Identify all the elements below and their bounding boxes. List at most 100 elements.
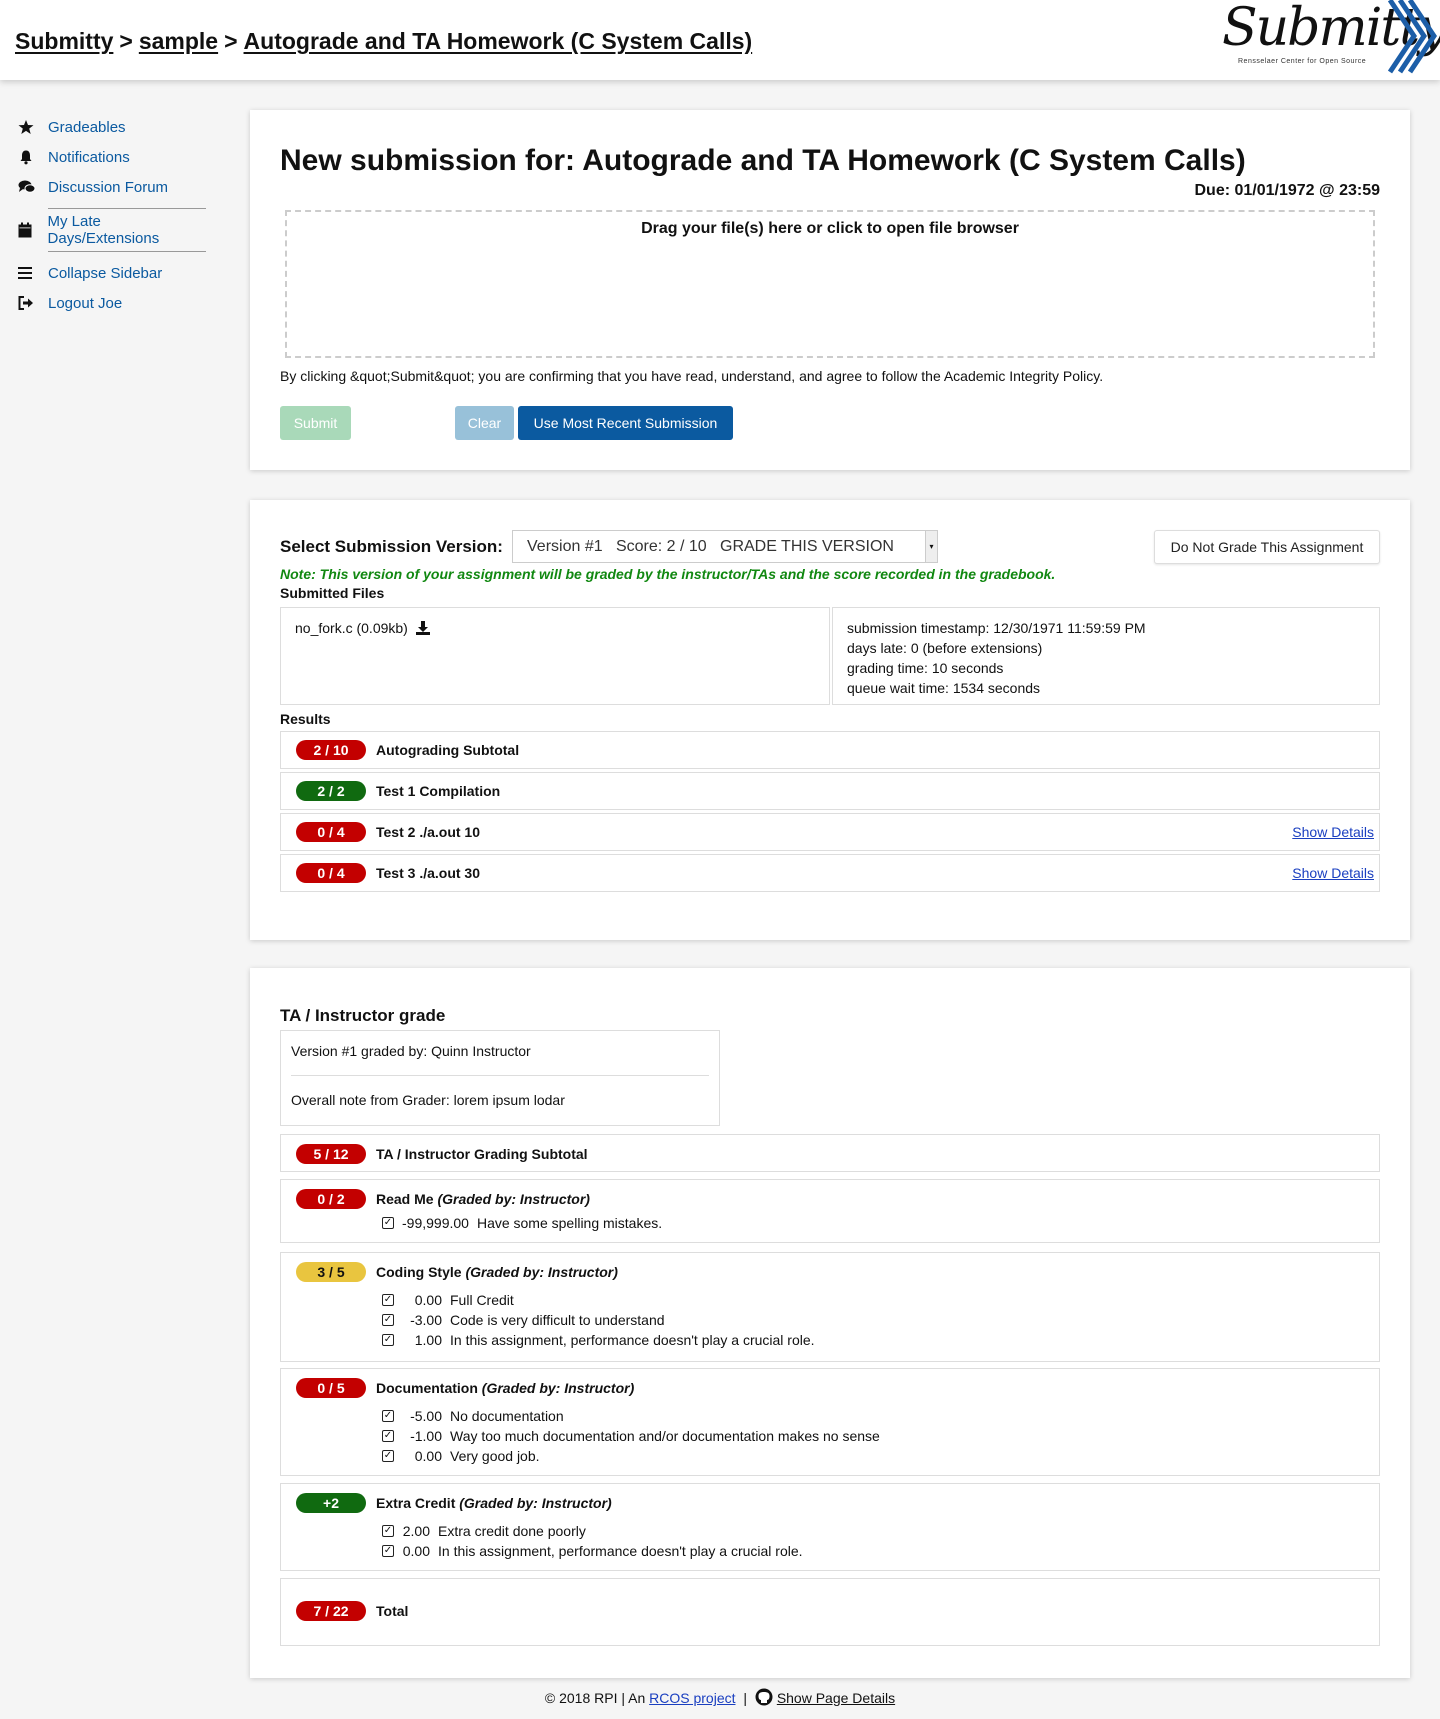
mark-row: ✓ 0.00 Very good job. bbox=[382, 1446, 1379, 1466]
checkbox-checked-icon: ✓ bbox=[382, 1334, 394, 1346]
sidebar-item-late-days[interactable]: My Late Days/Extensions bbox=[18, 213, 214, 247]
total-row: 7 / 22 Total bbox=[280, 1578, 1380, 1646]
submitty-logo[interactable]: Submitty Rensselaer Center for Open Sour… bbox=[1220, 0, 1440, 80]
sidebar-item-label: Notifications bbox=[48, 148, 130, 166]
checkbox-checked-icon: ✓ bbox=[382, 1525, 394, 1537]
graded-by-label: (Graded by: Instructor) bbox=[459, 1495, 612, 1511]
version-select-value: Version #1 Score: 2 / 10 GRADE THIS VERS… bbox=[527, 537, 894, 555]
grader-info-box: Version #1 graded by: Quinn Instructor O… bbox=[280, 1030, 720, 1126]
graded-by-label: (Graded by: Instructor) bbox=[437, 1191, 590, 1207]
mark-text: Way too much documentation and/or docume… bbox=[450, 1428, 880, 1444]
mark-points: 2.00 bbox=[402, 1523, 430, 1539]
file-dropzone[interactable]: Drag your file(s) here or click to open … bbox=[285, 210, 1375, 358]
rcos-link[interactable]: RCOS project bbox=[649, 1690, 735, 1706]
mark-text: Very good job. bbox=[450, 1448, 540, 1464]
breadcrumb-submitty[interactable]: Submitty bbox=[15, 28, 113, 54]
submission-version-panel: Select Submission Version: Version #1 Sc… bbox=[250, 500, 1410, 940]
divider bbox=[291, 1075, 709, 1076]
result-name: Autograding Subtotal bbox=[376, 742, 520, 758]
mark-row: ✓ -3.00 Code is very difficult to unders… bbox=[382, 1310, 1379, 1330]
score-badge: 3 / 5 bbox=[296, 1262, 366, 1282]
dropdown-arrow-icon: ▾ bbox=[925, 531, 937, 562]
mark-row: ✓ -5.00 No documentation bbox=[382, 1406, 1379, 1426]
use-recent-submission-button[interactable]: Use Most Recent Submission bbox=[518, 406, 733, 440]
results-label: Results bbox=[280, 711, 331, 727]
logo-chevrons-icon bbox=[1387, 0, 1438, 74]
result-name: Test 3 ./a.out 30 bbox=[376, 865, 480, 881]
overall-note: Overall note from Grader: lorem ipsum lo… bbox=[291, 1092, 565, 1108]
score-badge: 0 / 5 bbox=[296, 1378, 366, 1398]
graded-by-label: (Graded by: Instructor) bbox=[481, 1380, 635, 1396]
version-select[interactable]: Version #1 Score: 2 / 10 GRADE THIS VERS… bbox=[512, 530, 938, 563]
component-row-extra-credit: +2 Extra Credit (Graded by: Instructor) … bbox=[280, 1483, 1380, 1571]
component-row-documentation: 0 / 5 Documentation (Graded by: Instruct… bbox=[280, 1368, 1380, 1476]
ta-subtotal-row: 5 / 12 TA / Instructor Grading Subtotal bbox=[280, 1134, 1380, 1172]
version-select-label: Select Submission Version: bbox=[280, 537, 503, 556]
mark-points: 1.00 bbox=[414, 1332, 442, 1348]
show-page-details-link[interactable]: Show Page Details bbox=[777, 1690, 895, 1706]
score-badge: 2 / 2 bbox=[296, 781, 366, 801]
score-badge: 5 / 12 bbox=[296, 1144, 366, 1164]
mark-text: No documentation bbox=[450, 1408, 564, 1424]
show-details-link[interactable]: Show Details bbox=[1292, 824, 1374, 840]
due-date: Due: 01/01/1972 @ 23:59 bbox=[1194, 182, 1381, 199]
sidebar-item-label: Logout Joe bbox=[48, 294, 123, 312]
component-name: Coding Style bbox=[376, 1264, 462, 1280]
submit-button[interactable]: Submit bbox=[280, 406, 351, 440]
download-icon[interactable] bbox=[415, 621, 430, 638]
component-name: Documentation bbox=[376, 1380, 478, 1396]
meta-grading-time: grading time: 10 seconds bbox=[847, 660, 1004, 676]
integrity-notice: By clicking &quot;Submit&quot; you are c… bbox=[280, 368, 1104, 384]
github-icon bbox=[755, 1688, 773, 1709]
dropzone-label: Drag your file(s) here or click to open … bbox=[641, 220, 1019, 237]
do-not-grade-button[interactable]: Do Not Grade This Assignment bbox=[1154, 530, 1380, 564]
meta-queue-time: queue wait time: 1534 seconds bbox=[847, 680, 1041, 696]
result-name: Test 2 ./a.out 10 bbox=[376, 824, 480, 840]
result-row-subtotal: 2 / 10 Autograding Subtotal bbox=[280, 731, 1380, 769]
sidebar-item-logout[interactable]: Logout Joe bbox=[18, 288, 214, 318]
copyright: © 2018 RPI | An bbox=[544, 1690, 646, 1706]
checkbox-checked-icon: ✓ bbox=[382, 1314, 394, 1326]
checkbox-checked-icon: ✓ bbox=[382, 1545, 394, 1557]
bell-icon bbox=[18, 149, 48, 165]
checkbox-checked-icon: ✓ bbox=[382, 1217, 394, 1229]
new-submission-panel: New submission for: Autograde and TA Hom… bbox=[250, 110, 1410, 470]
footer-separator: | bbox=[743, 1690, 748, 1706]
clear-button[interactable]: Clear bbox=[455, 406, 514, 440]
mark-row: ✓ -1.00 Way too much documentation and/o… bbox=[382, 1426, 1379, 1446]
component-name: TA / Instructor Grading Subtotal bbox=[376, 1146, 588, 1162]
show-details-link[interactable]: Show Details bbox=[1292, 865, 1374, 881]
file-link[interactable]: no_fork.c (0.09kb) bbox=[295, 620, 408, 636]
star-icon bbox=[18, 119, 48, 135]
sidebar-item-label: Discussion Forum bbox=[48, 178, 169, 196]
page-title: New submission for: Autograde and TA Hom… bbox=[280, 144, 1246, 177]
sidebar-item-label: Collapse Sidebar bbox=[48, 264, 163, 282]
mark-text: In this assignment, performance doesn't … bbox=[438, 1543, 803, 1559]
score-badge: 0 / 2 bbox=[296, 1189, 366, 1209]
checkbox-checked-icon: ✓ bbox=[382, 1430, 394, 1442]
meta-days-late: days late: 0 (before extensions) bbox=[847, 640, 1043, 656]
mark-row: ✓ 0.00 Full Credit bbox=[382, 1290, 1379, 1310]
graded-by: Version #1 graded by: Quinn Instructor bbox=[291, 1043, 531, 1059]
sidebar-item-forum[interactable]: Discussion Forum bbox=[18, 172, 214, 202]
component-row-readme: 0 / 2 Read Me (Graded by: Instructor) ✓ … bbox=[280, 1179, 1380, 1243]
calendar-icon bbox=[18, 222, 48, 238]
mark-text: In this assignment, performance doesn't … bbox=[450, 1332, 815, 1348]
mark-points: -1.00 bbox=[410, 1428, 442, 1444]
mark-points: 0.00 bbox=[402, 1543, 430, 1559]
mark-text: Code is very difficult to understand bbox=[450, 1312, 665, 1328]
mark-points: -99,999.00 bbox=[402, 1215, 469, 1231]
top-header: Submitty > sample > Autograde and TA Homewor… bbox=[0, 0, 1440, 80]
breadcrumb-gradeable[interactable]: Autograde and TA Homework (C System Call… bbox=[244, 28, 753, 54]
sidebar-item-collapse[interactable]: Collapse Sidebar bbox=[18, 258, 214, 288]
sidebar-item-notifications[interactable]: Notifications bbox=[18, 142, 214, 172]
component-name: Read Me bbox=[376, 1191, 434, 1207]
meta-timestamp: submission timestamp: 12/30/1971 11:59:5… bbox=[847, 620, 1146, 636]
component-row-coding-style: 3 / 5 Coding Style (Graded by: Instructo… bbox=[280, 1252, 1380, 1362]
sidebar-divider bbox=[48, 251, 206, 252]
score-badge: 7 / 22 bbox=[296, 1601, 366, 1621]
sidebar-item-gradeables[interactable]: Gradeables bbox=[18, 112, 214, 142]
score-badge: +2 bbox=[296, 1493, 366, 1513]
logout-icon bbox=[18, 296, 48, 310]
breadcrumb-course[interactable]: sample bbox=[139, 28, 218, 54]
